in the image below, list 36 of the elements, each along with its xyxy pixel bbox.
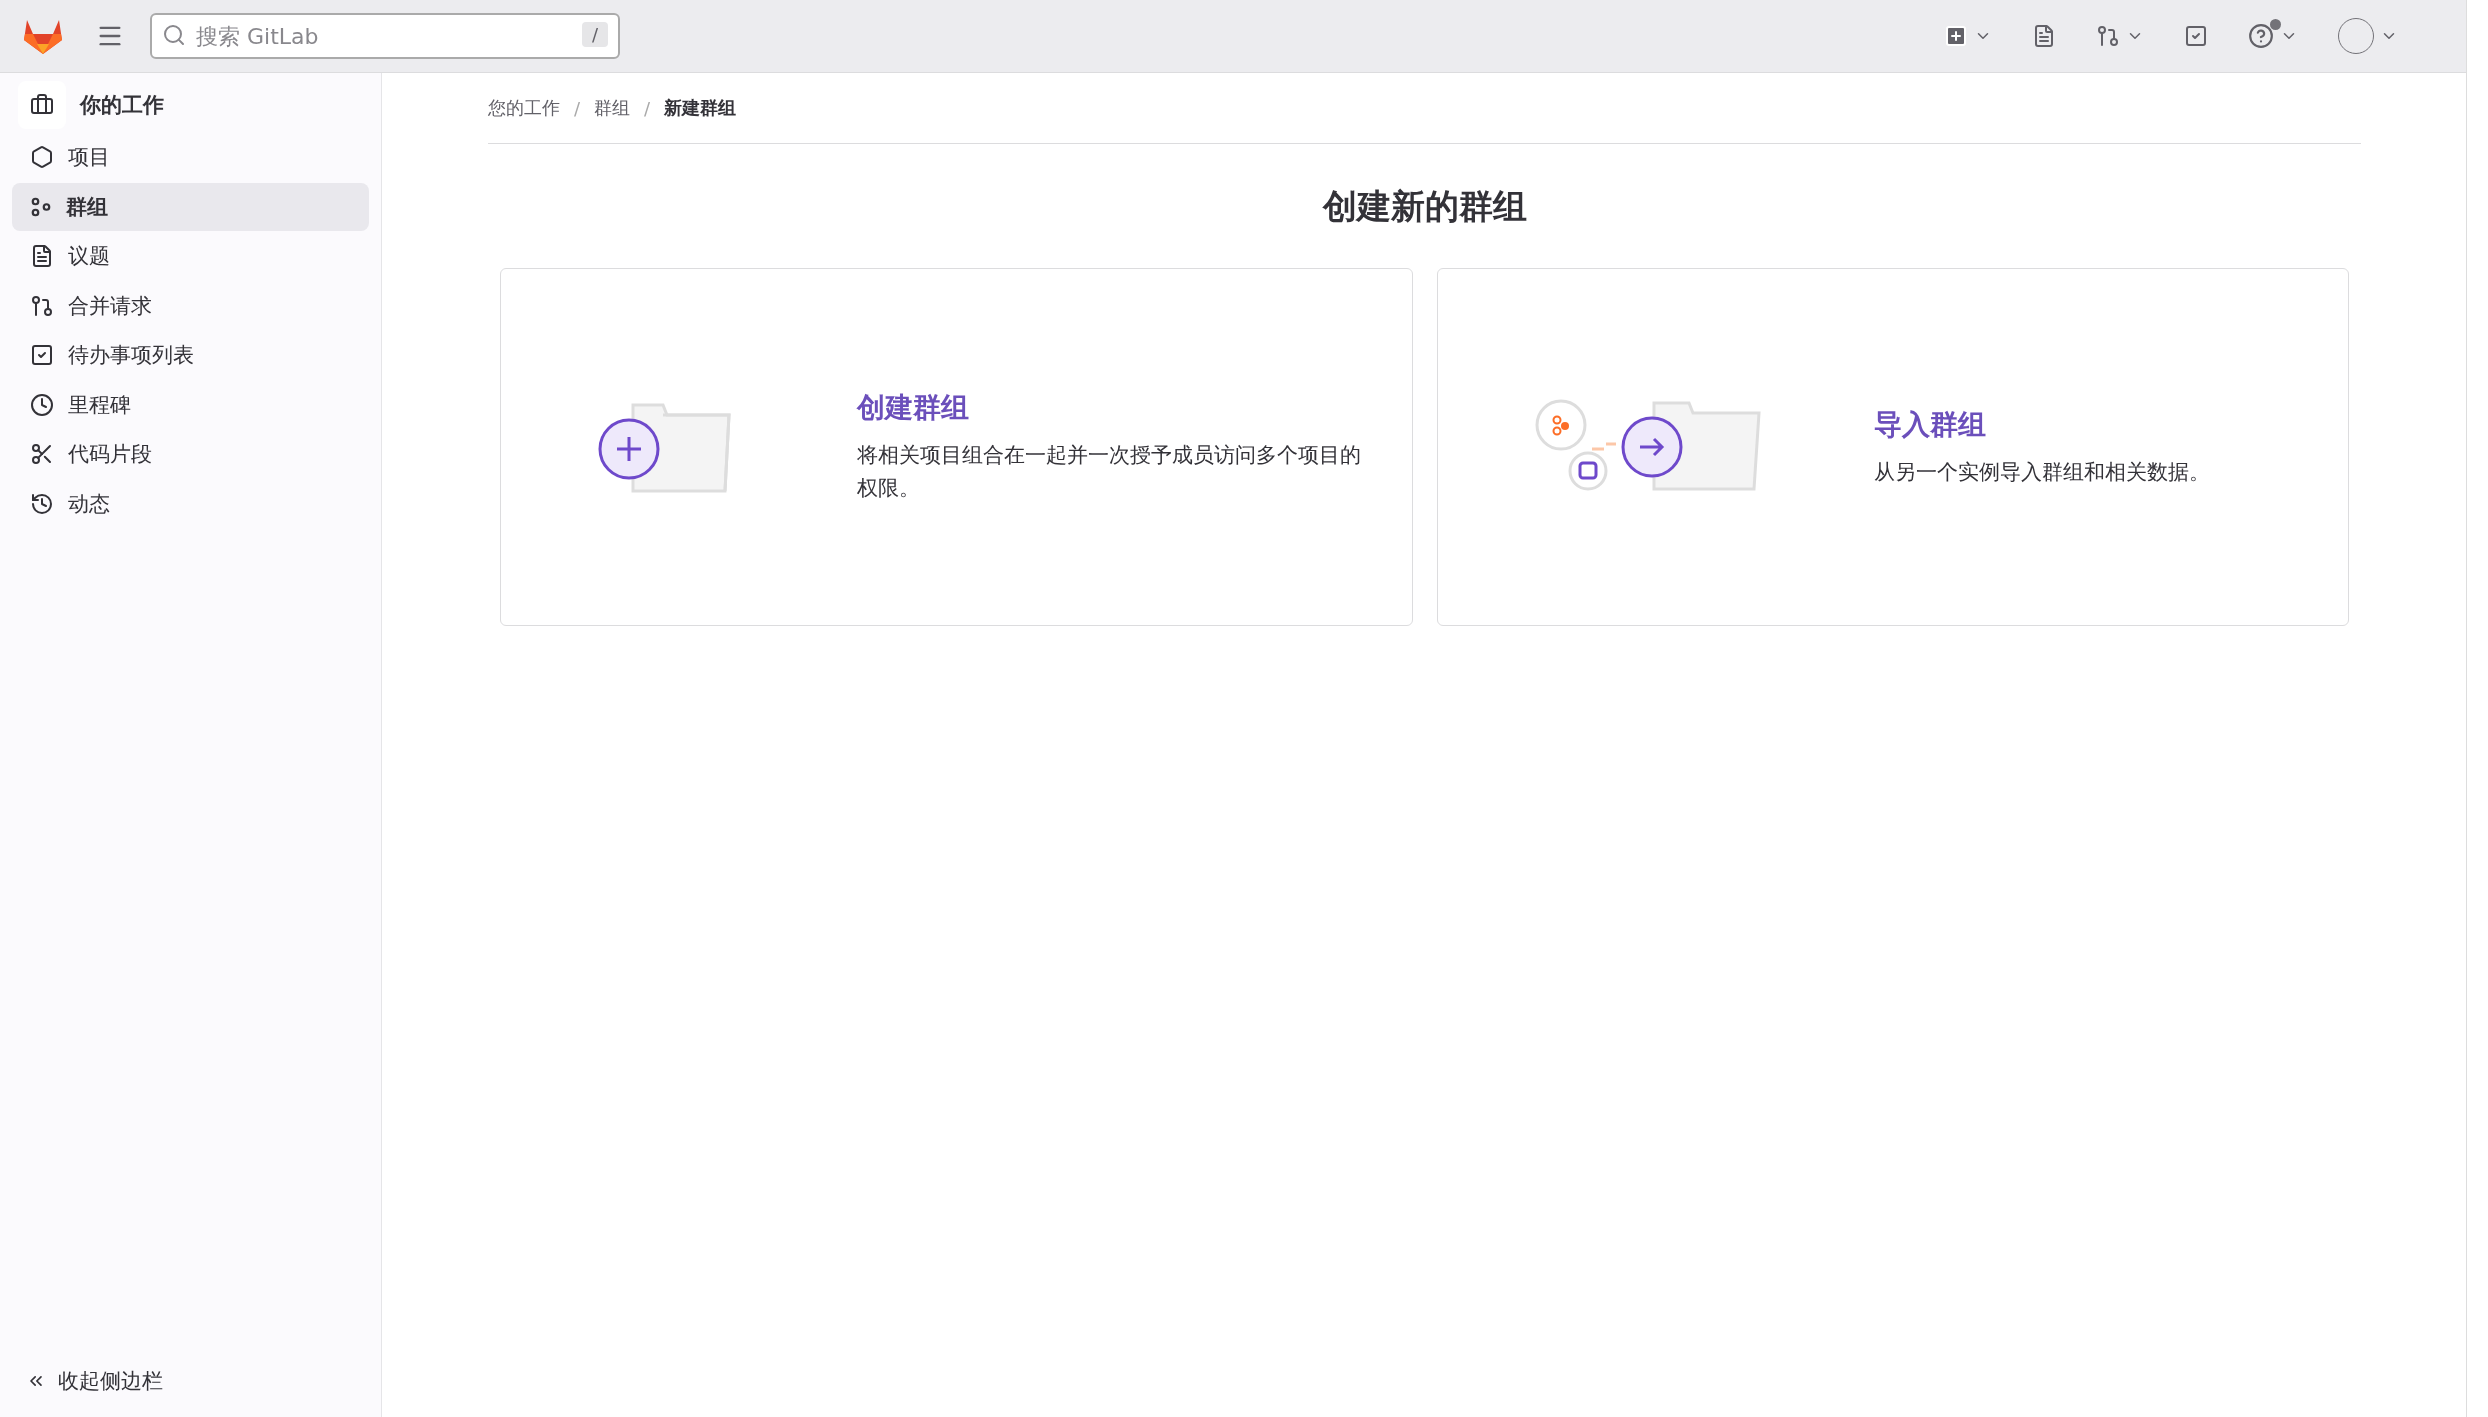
option-card[interactable]: 创建群组 将相关项目组合在一起并一次授予成员访问多个项目的权限。 [500, 268, 1413, 626]
help-icon [2248, 23, 2274, 49]
sidebar-item[interactable]: 项目 [12, 133, 369, 181]
briefcase-icon [30, 93, 54, 117]
checkbox-icon [2184, 24, 2208, 48]
card-title: 创建群组 [857, 390, 970, 427]
checkbox-icon [30, 343, 54, 367]
history-icon [30, 491, 54, 516]
card-description: 从另一个实例导入群组和相关数据。 [1873, 458, 2211, 486]
card-description: 将相关项目组合在一起并一次授予成员访问多个项目的权限。 [857, 442, 1362, 502]
merge-request-icon [30, 293, 54, 318]
issue-icon [30, 244, 54, 268]
breadcrumb-separator: / [574, 97, 581, 119]
plus-square-icon [1944, 24, 1968, 48]
clock-icon [30, 392, 54, 417]
card-title: 导入群组 [1873, 406, 1987, 443]
option-card[interactable]: 导入群组 从另一个实例导入群组和相关数据。 [1436, 268, 2349, 626]
scissors-icon [30, 442, 54, 466]
shortcut-key: / [581, 22, 608, 47]
sidebar-item[interactable]: 合并请求 [12, 281, 369, 330]
group-icon [30, 195, 52, 218]
merge-request-icon [2096, 24, 2120, 48]
sidebar-item[interactable]: 代码片段 [12, 430, 369, 478]
collapse-sidebar-button[interactable]: 收起侧边栏 [12, 1359, 177, 1403]
context-title: 你的工作 [80, 92, 164, 119]
sidebar-item[interactable]: 群组 [12, 182, 369, 231]
sidebar-item[interactable]: 议题 [12, 232, 369, 280]
breadcrumb-link[interactable]: 您的工作 [488, 96, 560, 120]
document-icon [2032, 24, 2056, 48]
breadcrumb-separator: / [644, 97, 651, 119]
breadcrumb-link[interactable]: 新建群组 [664, 96, 737, 120]
sidebar-item[interactable]: 动态 [12, 479, 369, 528]
sidebar-item[interactable]: 待办事项列表 [12, 331, 369, 379]
sidebar-item[interactable]: 里程碑 [12, 380, 369, 429]
page-title: 创建新的群组 [1321, 185, 1528, 228]
breadcrumb-link[interactable]: 群组 [594, 96, 631, 120]
